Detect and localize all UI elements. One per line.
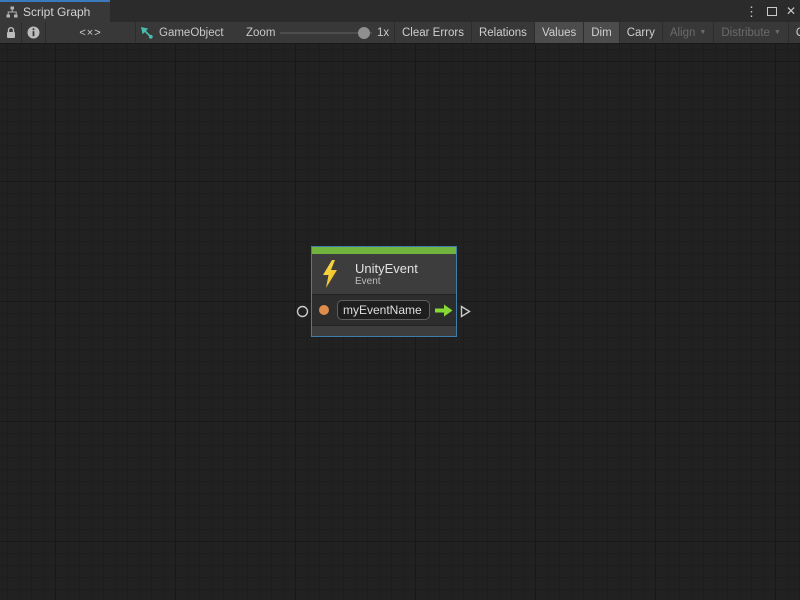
node-accent-bar [312,247,456,254]
toolbar-buttons: Clear Errors Relations Values Dim Carry … [394,22,800,43]
graph-hierarchy-icon [6,6,18,18]
node-title: UnityEvent [355,261,418,276]
titlebar: Script Graph ⋮ ✕ [0,0,800,22]
overview-button[interactable]: Overview [789,22,800,43]
info-button[interactable] [22,22,46,43]
chevron-down-icon: ▼ [774,29,781,36]
zoom-value: 1x [377,22,389,43]
code-icon: <×> [79,27,101,39]
window-controls: ⋮ ✕ [745,0,796,22]
zoom-slider[interactable] [280,32,372,34]
relations-button[interactable]: Relations [472,22,535,43]
lock-button[interactable] [0,22,22,43]
node-titles: UnityEvent Event [355,261,418,288]
close-icon[interactable]: ✕ [786,5,796,17]
lightning-bolt-icon [321,260,339,288]
gameobject-graph-icon [140,26,153,39]
node-footer [312,325,456,336]
gameobject-label: GameObject [159,27,224,39]
tab-title: Script Graph [23,5,90,19]
code-button[interactable]: <×> [46,22,136,43]
chevron-down-icon: ▼ [699,29,706,36]
maximize-icon[interactable] [767,7,777,16]
zoom-label: Zoom [246,22,275,43]
node-port-row [312,294,456,325]
gameobject-reference[interactable]: GameObject [140,22,224,43]
info-icon [27,26,40,39]
toolbar: <×> GameObject Zoom 1x Clear Errors Rela… [0,22,800,44]
script-graph-window: Script Graph ⋮ ✕ <×> [0,0,800,600]
tab-script-graph[interactable]: Script Graph [0,0,110,22]
trigger-input-port[interactable] [296,305,309,318]
node-header[interactable]: UnityEvent Event [312,254,456,294]
distribute-dropdown-button[interactable]: Distribute ▼ [714,22,789,43]
align-dropdown-button[interactable]: Align ▼ [663,22,715,43]
event-name-port-icon[interactable] [319,305,329,315]
flow-arrow-icon [435,304,453,317]
zoom-slider-handle[interactable] [358,27,370,39]
graph-canvas[interactable]: UnityEvent Event [0,44,800,600]
values-toggle-button[interactable]: Values [535,22,584,43]
kebab-menu-icon[interactable]: ⋮ [745,5,758,18]
lock-icon [6,27,16,39]
carry-button[interactable]: Carry [620,22,663,43]
event-name-input[interactable] [337,300,430,320]
trigger-output-port[interactable] [460,305,471,318]
clear-errors-button[interactable]: Clear Errors [395,22,472,43]
node-subtitle: Event [355,276,418,288]
dim-toggle-button[interactable]: Dim [584,22,619,43]
unity-event-node[interactable]: UnityEvent Event [311,246,457,337]
